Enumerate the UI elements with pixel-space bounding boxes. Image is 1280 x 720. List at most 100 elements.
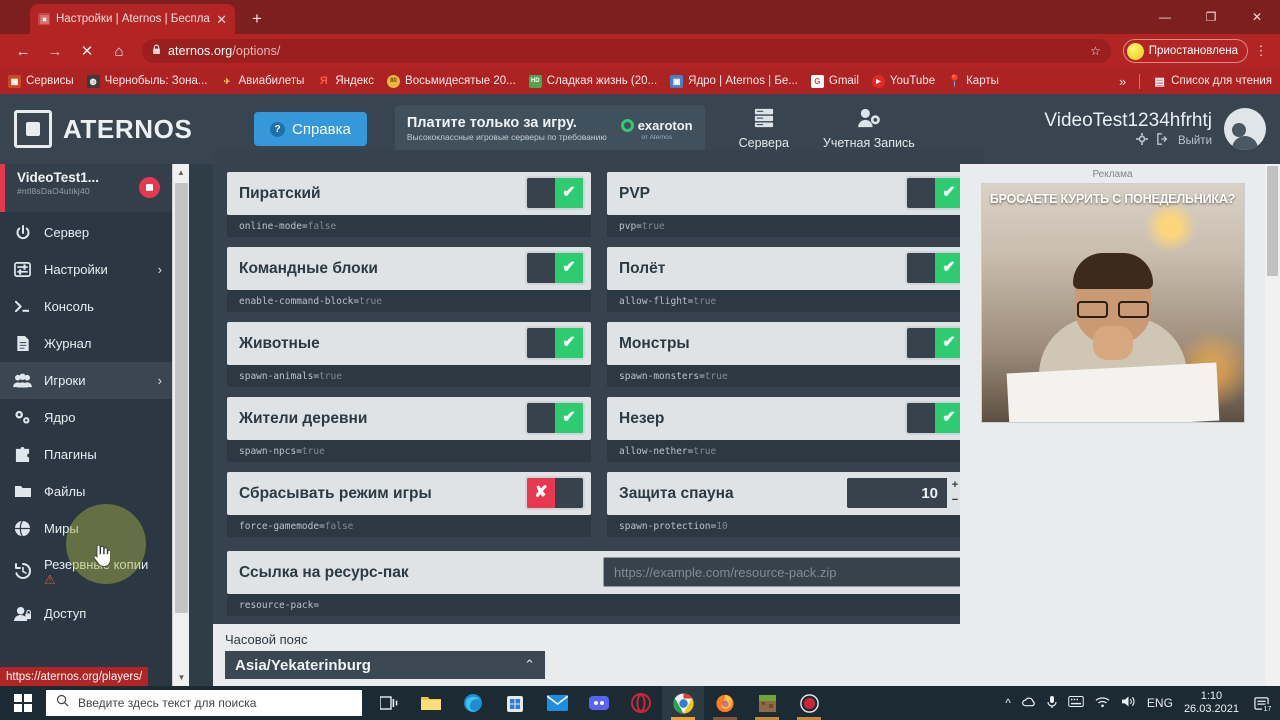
page-scrollbar[interactable] xyxy=(1265,164,1280,686)
bookmark-item[interactable]: ▶ YouTube xyxy=(871,74,935,88)
aternos-logo[interactable]: ATERNOS xyxy=(14,110,244,148)
sidebar-server-header[interactable]: VideoTest1... #ntl8sDaO4utikj40 xyxy=(0,164,172,212)
browser-menu-button[interactable]: ⋮ xyxy=(1250,37,1272,65)
reading-list-label: Список для чтения xyxy=(1171,75,1272,87)
toggle-switch[interactable]: ✔ xyxy=(907,178,963,208)
settings-scrollbar[interactable]: ▲ ▼ xyxy=(172,164,190,686)
sidebar-item-backups[interactable]: Резервные копии ⚠ xyxy=(0,547,172,595)
sidebar-item-label: Консоль xyxy=(44,299,94,314)
sidebar-item-worlds[interactable]: Миры xyxy=(0,510,172,547)
globe-icon xyxy=(12,520,33,537)
microphone-icon[interactable] xyxy=(1047,695,1057,712)
task-view-icon[interactable] xyxy=(368,686,410,720)
wifi-icon[interactable] xyxy=(1095,696,1110,711)
bookmark-item[interactable]: ▦ Сервисы xyxy=(8,74,74,88)
scrollbar-thumb[interactable] xyxy=(175,183,188,613)
window-minimize-button[interactable]: — xyxy=(1142,0,1188,34)
language-indicator[interactable]: ENG xyxy=(1147,696,1173,710)
toggle-switch[interactable]: ✔ xyxy=(527,403,583,433)
bookmark-label: Чернобыль: Зона... xyxy=(104,75,208,87)
bookmark-item[interactable]: 📍 Карты xyxy=(947,74,999,88)
bookmark-item[interactable]: HD Сладкая жизнь (20... xyxy=(528,74,657,88)
logout-icon[interactable] xyxy=(1157,133,1169,148)
spawn-protection-input[interactable]: 10 xyxy=(847,478,947,508)
google-chrome-icon[interactable] xyxy=(662,686,704,720)
resource-pack-input[interactable]: https://example.com/resource-pack.zip xyxy=(603,557,963,587)
minecraft-icon[interactable] xyxy=(746,686,788,720)
tab-close-icon[interactable]: ✕ xyxy=(216,13,227,26)
discord-icon[interactable] xyxy=(578,686,620,720)
reading-list-button[interactable]: ▤ Список для чтения xyxy=(1153,75,1272,88)
windows-start-icon[interactable] xyxy=(0,686,46,720)
help-button[interactable]: ? Справка xyxy=(254,112,367,146)
keyboard-icon[interactable] xyxy=(1068,696,1084,710)
profile-status-pill[interactable]: Приостановлена xyxy=(1122,39,1248,63)
logout-label[interactable]: Выйти xyxy=(1178,135,1212,147)
timezone-select[interactable]: Asia/Yekaterinburg ⌃ xyxy=(225,651,545,679)
setting-title: PVP xyxy=(619,184,651,202)
sidebar-item-players[interactable]: Игроки › xyxy=(0,362,172,399)
sidebar-item-core[interactable]: Ядро xyxy=(0,399,172,436)
gear-icon[interactable] xyxy=(1135,133,1148,148)
toggle-switch[interactable]: ✔ xyxy=(907,403,963,433)
browser-tab[interactable]: Настройки | Aternos | Бесплатн ✕ xyxy=(30,4,235,34)
toggle-switch[interactable]: ✔ xyxy=(907,328,963,358)
toggle-switch[interactable]: ✔ xyxy=(527,328,583,358)
bookmark-item[interactable]: ◍ Чернобыль: Зона... xyxy=(86,74,208,88)
onedrive-icon[interactable] xyxy=(1021,695,1036,711)
header-nav-servers[interactable]: Сервера xyxy=(739,108,789,150)
tray-chevron-icon[interactable]: ^ xyxy=(1005,696,1011,710)
bookmark-item[interactable]: ✈ Авиабилеты xyxy=(220,75,305,88)
page-scrollbar-thumb[interactable] xyxy=(1267,166,1278,276)
microsoft-edge-icon[interactable] xyxy=(452,686,494,720)
setting-row: Незер ✔ xyxy=(607,397,971,440)
sidebar-item-server[interactable]: Сервер xyxy=(0,214,172,251)
toggle-switch[interactable]: ✔ xyxy=(527,178,583,208)
sidebar-item-settings[interactable]: Настройки › xyxy=(0,251,172,288)
volume-icon[interactable] xyxy=(1121,695,1136,711)
file-explorer-icon[interactable] xyxy=(410,686,452,720)
ad-banner[interactable]: БРОСАЕТЕ КУРИТЬ С ПОНЕДЕЛЬНИКА? xyxy=(980,183,1245,423)
sidebar-item-access[interactable]: Доступ xyxy=(0,595,172,632)
header-nav-account[interactable]: Учетная Запись xyxy=(823,108,915,150)
firefox-icon[interactable] xyxy=(704,686,746,720)
home-button[interactable]: ⌂ xyxy=(104,36,134,66)
back-button[interactable]: ← xyxy=(8,36,38,66)
timezone-value: Asia/Yekaterinburg xyxy=(235,656,371,674)
address-bar[interactable]: aternos.org/options/ ☆ xyxy=(142,39,1111,63)
new-tab-button[interactable]: + xyxy=(246,8,268,30)
toggle-right: ✔ xyxy=(555,328,583,358)
sidebar-item-log[interactable]: Журнал xyxy=(0,325,172,362)
bookmark-item[interactable]: G Gmail xyxy=(810,74,859,88)
toggle-switch[interactable]: ✔ xyxy=(907,253,963,283)
recorder-icon[interactable] xyxy=(788,686,830,720)
sidebar-item-plugins[interactable]: Плагины xyxy=(0,436,172,473)
taskbar-search-box[interactable]: Введите здесь текст для поиска xyxy=(46,690,362,716)
window-close-button[interactable]: ✕ xyxy=(1234,0,1280,34)
sidebar-item-console[interactable]: Консоль xyxy=(0,288,172,325)
bookmark-item[interactable]: 80 Восьмидесятые 20... xyxy=(387,74,516,88)
stop-button[interactable]: ✕ xyxy=(72,36,102,66)
scroll-up-arrow-icon[interactable]: ▲ xyxy=(173,164,189,181)
bookmark-item[interactable]: ▣ Ядро | Aternos | Бе... xyxy=(670,74,798,88)
exaroton-promo-banner[interactable]: Платите только за игру. Высококлассные и… xyxy=(394,105,705,153)
taskbar-clock[interactable]: 1:10 26.03.2021 xyxy=(1184,690,1239,715)
check-icon: ✔ xyxy=(942,184,956,201)
microsoft-store-icon[interactable] xyxy=(494,686,536,720)
toggle-left xyxy=(907,178,935,208)
toggle-switch[interactable]: ✔ xyxy=(527,253,583,283)
window-maximize-button[interactable]: ❐ xyxy=(1188,0,1234,34)
bookmark-item[interactable]: Я Яндекс xyxy=(317,75,374,88)
stop-icon[interactable] xyxy=(139,177,160,198)
avatar[interactable] xyxy=(1224,108,1266,150)
bookmark-star-icon[interactable]: ☆ xyxy=(1090,44,1101,58)
mail-icon[interactable] xyxy=(536,686,578,720)
number-stepper[interactable]: 10 + − xyxy=(847,478,963,508)
scroll-down-arrow-icon[interactable]: ▼ xyxy=(173,669,190,686)
notifications-icon[interactable]: 17 xyxy=(1250,692,1273,715)
forward-button[interactable]: → xyxy=(40,36,70,66)
bookmarks-overflow-button[interactable]: » xyxy=(1119,74,1126,89)
toggle-switch[interactable]: ✘ xyxy=(527,478,583,508)
opera-icon[interactable] xyxy=(620,686,662,720)
sidebar-item-files[interactable]: Файлы xyxy=(0,473,172,510)
